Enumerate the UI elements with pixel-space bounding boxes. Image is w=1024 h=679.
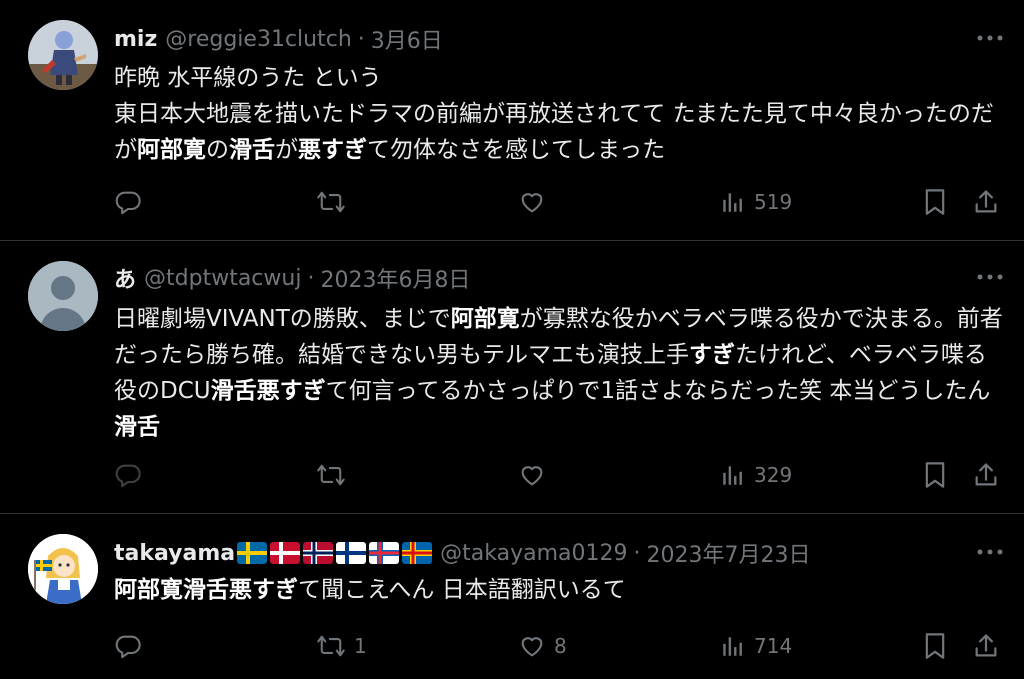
highlighted-text: 阿部寛滑舌悪すぎ bbox=[114, 577, 298, 603]
norway-flag-icon bbox=[303, 542, 334, 564]
tweet-text: 阿部寛滑舌悪すぎて聞こえへん 日本語翻訳いるて bbox=[114, 572, 1004, 608]
views-count: 714 bbox=[754, 634, 793, 658]
separator: · bbox=[633, 540, 641, 566]
highlighted-text: 阿部寛 bbox=[137, 137, 206, 163]
separator: · bbox=[307, 265, 315, 291]
share-button[interactable] bbox=[972, 184, 1000, 220]
retweet-button[interactable]: 1 bbox=[316, 628, 367, 664]
user-handle[interactable]: @takayama0129 bbox=[440, 541, 627, 566]
user-name[interactable]: takayama bbox=[114, 541, 235, 566]
reply-icon bbox=[114, 188, 142, 216]
retweet-button[interactable] bbox=[316, 184, 354, 220]
share-icon bbox=[972, 632, 1000, 660]
share-icon bbox=[972, 188, 1000, 216]
retweet-icon bbox=[316, 461, 346, 489]
tweet[interactable]: あ @tdptwtacwuj · 2023年6月8日 日曜劇場VIVANTの勝敗… bbox=[0, 241, 1024, 513]
text-segment: て勿体なさを感じてしまった bbox=[367, 137, 666, 163]
tweet-text: 日曜劇場VIVANTの勝敗、まじで阿部寛が寡黙な役かベラベラ喋る役かで決まる。前… bbox=[114, 301, 1004, 445]
like-button[interactable] bbox=[518, 457, 554, 493]
tweet-date[interactable]: 3月6日 bbox=[371, 23, 443, 55]
heart-icon bbox=[518, 461, 546, 489]
retweet-count: 1 bbox=[354, 634, 367, 658]
heart-icon bbox=[518, 632, 546, 660]
tweet[interactable]: miz @reggie31clutch · 3月6日 昨晩 水平線のうた という… bbox=[0, 0, 1024, 240]
reply-icon bbox=[114, 461, 142, 489]
avatar[interactable] bbox=[28, 261, 98, 331]
denmark-flag-icon bbox=[270, 542, 301, 564]
share-icon bbox=[972, 461, 1000, 489]
more-options-icon[interactable] bbox=[976, 538, 1004, 566]
highlighted-text: 滑舌悪すぎ bbox=[210, 378, 326, 404]
faroe-flag-icon bbox=[369, 542, 400, 564]
tweet[interactable]: takayama @takayama0129 · 2023年7月23日 阿部寛滑… bbox=[0, 514, 1024, 679]
views-button[interactable]: 714 bbox=[720, 628, 792, 664]
analytics-icon bbox=[720, 189, 746, 215]
text-segment: て聞こえへん 日本語翻訳いるて bbox=[298, 577, 626, 603]
bookmark-button[interactable] bbox=[922, 628, 948, 664]
reply-button[interactable] bbox=[114, 457, 150, 493]
retweet-icon bbox=[316, 632, 346, 660]
retweet-icon bbox=[316, 188, 346, 216]
views-button[interactable]: 519 bbox=[720, 184, 792, 220]
text-segment: が bbox=[275, 137, 298, 163]
views-count: 329 bbox=[754, 463, 793, 487]
more-options-icon[interactable] bbox=[976, 24, 1004, 52]
more-options-icon[interactable] bbox=[976, 263, 1004, 291]
bookmark-button[interactable] bbox=[922, 184, 948, 220]
reply-icon bbox=[114, 632, 142, 660]
heart-icon bbox=[518, 188, 546, 216]
share-button[interactable] bbox=[972, 457, 1000, 493]
separator: · bbox=[357, 26, 365, 52]
views-count: 519 bbox=[754, 190, 793, 214]
like-button[interactable] bbox=[518, 184, 554, 220]
highlighted-text: 滑舌 bbox=[114, 414, 160, 440]
reply-button[interactable] bbox=[114, 628, 150, 664]
tweet-date[interactable]: 2023年7月23日 bbox=[646, 537, 810, 569]
reply-button[interactable] bbox=[114, 184, 150, 220]
analytics-icon bbox=[720, 633, 746, 659]
text-segment: 日曜劇場VIVANTの勝敗、まじで bbox=[114, 306, 451, 332]
tweet-actions: 329 bbox=[114, 457, 1004, 493]
tweet-actions: 1 8 714 bbox=[114, 628, 1004, 664]
bookmark-icon bbox=[922, 461, 948, 489]
sweden-flag-icon bbox=[237, 542, 268, 564]
bookmark-icon bbox=[922, 188, 948, 216]
views-button[interactable]: 329 bbox=[720, 457, 792, 493]
avatar[interactable] bbox=[28, 534, 98, 604]
flag-emojis bbox=[237, 542, 433, 564]
text-segment: の bbox=[206, 137, 229, 163]
text-segment: て何言ってるかさっぱりで1話さよならだった笑 本当どうしたん bbox=[325, 378, 991, 404]
tweet-actions: 519 bbox=[114, 184, 1004, 220]
finland-flag-icon bbox=[336, 542, 367, 564]
analytics-icon bbox=[720, 462, 746, 488]
user-handle[interactable]: @tdptwtacwuj bbox=[144, 266, 301, 291]
user-handle[interactable]: @reggie31clutch bbox=[165, 27, 351, 52]
highlighted-text: 悪すぎ bbox=[298, 137, 367, 163]
avatar[interactable] bbox=[28, 20, 98, 90]
like-count: 8 bbox=[554, 634, 567, 658]
tweet-text: 昨晩 水平線のうた という 東日本大地震を描いたドラマの前編が再放送されてて た… bbox=[114, 60, 1004, 168]
like-button[interactable]: 8 bbox=[518, 628, 567, 664]
bookmark-icon bbox=[922, 632, 948, 660]
aland-flag-icon bbox=[402, 542, 433, 564]
tweet-date[interactable]: 2023年6月8日 bbox=[320, 262, 470, 294]
bookmark-button[interactable] bbox=[922, 457, 948, 493]
retweet-button[interactable] bbox=[316, 457, 354, 493]
highlighted-text: 阿部寛 bbox=[450, 306, 520, 332]
share-button[interactable] bbox=[972, 628, 1000, 664]
user-name[interactable]: miz bbox=[114, 27, 157, 52]
highlighted-text: 滑舌 bbox=[229, 137, 275, 163]
highlighted-text: すぎ bbox=[689, 342, 735, 368]
user-name[interactable]: あ bbox=[114, 262, 136, 294]
